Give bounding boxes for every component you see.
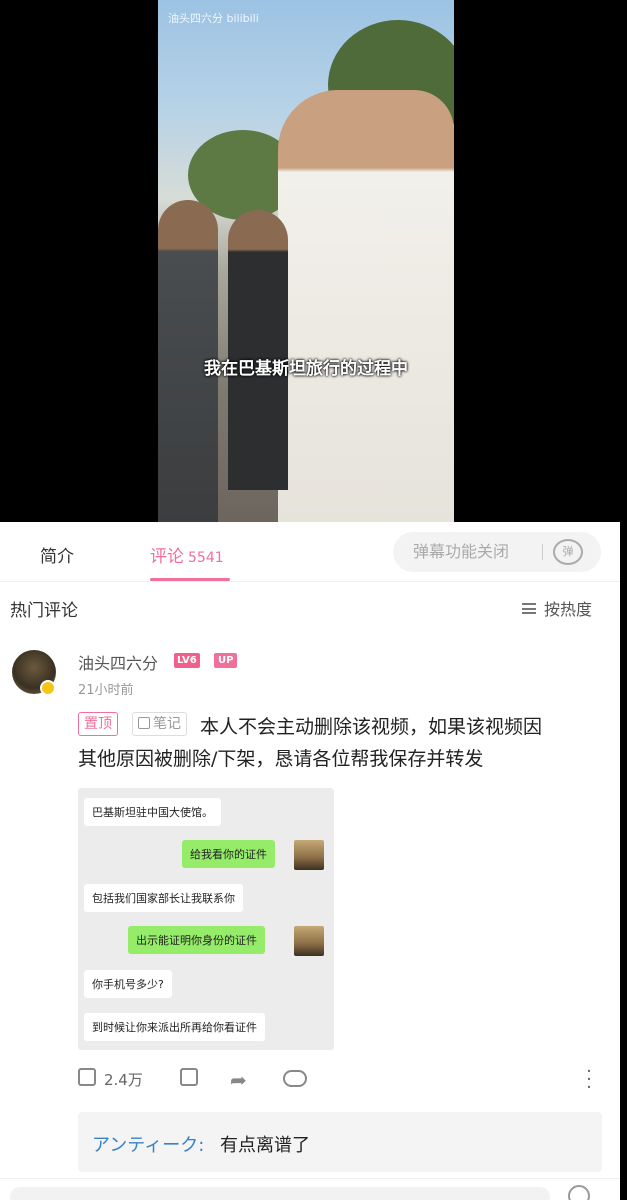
- tab-comments[interactable]: 评论 5541: [150, 542, 224, 567]
- danmaku-toggle-button[interactable]: 弹幕功能关闭 弹: [393, 532, 601, 572]
- tab-bar: 简介 评论 5541 弹幕功能关闭 弹: [0, 522, 620, 582]
- more-icon[interactable]: · · ·: [586, 1063, 592, 1097]
- chat-avatar: [294, 840, 324, 870]
- video-subtitle: 我在巴基斯坦旅行的过程中: [204, 359, 408, 379]
- danmaku-divider: [542, 544, 543, 560]
- comment-time: 21小时前: [78, 683, 134, 698]
- video-frame[interactable]: 油头四六分 bilibili 我在巴基斯坦旅行的过程中: [158, 0, 454, 522]
- video-watermark: 油头四六分 bilibili: [168, 12, 259, 25]
- chat-bubble: 巴基斯坦驻中国大使馆。: [84, 798, 221, 826]
- sort-button[interactable]: 按热度: [522, 596, 592, 620]
- note-tag[interactable]: 笔记: [132, 712, 187, 736]
- dislike-button[interactable]: [180, 1068, 198, 1087]
- video-person-middle: [228, 210, 288, 490]
- like-button[interactable]: [78, 1068, 96, 1087]
- chat-bubble: 到时候让你来派出所再给你看证件: [84, 1013, 265, 1041]
- video-person-right: [278, 90, 454, 522]
- tab-comments-label: 评论: [150, 547, 184, 567]
- comment-username[interactable]: 油头四六分: [78, 650, 158, 674]
- danmaku-icon: 弹: [553, 539, 583, 565]
- level-badge: LV6: [174, 653, 200, 668]
- verified-badge-icon: [40, 680, 56, 696]
- emoji-icon[interactable]: [568, 1185, 590, 1200]
- comment-panel: 简介 评论 5541 弹幕功能关闭 弹 热门评论 按热度 油头四六分 LV6 UP…: [0, 522, 620, 1200]
- note-tag-label: 笔记: [153, 716, 181, 732]
- chat-avatar: [294, 926, 324, 956]
- chat-screenshot-image[interactable]: 巴基斯坦驻中国大使馆。 给我看你的证件 包括我们国家部长让我联系你 出示能证明你…: [78, 788, 334, 1050]
- comment-actions: 2.4万 ➦ · · ·: [78, 1063, 608, 1097]
- thumb-down-icon: [180, 1068, 198, 1086]
- active-tab-indicator: [150, 578, 230, 581]
- thumb-up-icon: [78, 1068, 96, 1086]
- up-badge: UP: [214, 653, 238, 668]
- comment-text-line-2: 其他原因被删除/下架，恳请各位帮我保存并转发: [78, 748, 484, 770]
- chat-bubble: 出示能证明你身份的证件: [128, 926, 265, 954]
- reply-author[interactable]: アンティーク:: [92, 1131, 204, 1157]
- danmaku-toggle-label: 弹幕功能关闭: [413, 542, 510, 561]
- tab-comments-count: 5541: [188, 550, 224, 566]
- share-icon[interactable]: ➦: [230, 1068, 247, 1092]
- sort-icon: [522, 603, 536, 614]
- video-player[interactable]: 油头四六分 bilibili 我在巴基斯坦旅行的过程中: [0, 0, 627, 522]
- bottom-input-bar: [0, 1178, 620, 1200]
- chat-bubble: 包括我们国家部长让我联系你: [84, 884, 243, 912]
- hot-comments-title: 热门评论: [10, 601, 78, 621]
- chat-bubble: 你手机号多少?: [84, 970, 172, 998]
- chat-bubble: 给我看你的证件: [182, 840, 275, 868]
- pinned-tag: 置顶: [78, 712, 118, 736]
- comment-input[interactable]: [10, 1187, 550, 1200]
- note-icon: [138, 717, 150, 729]
- sort-label: 按热度: [544, 600, 593, 619]
- right-edge-strip: [620, 522, 627, 1200]
- reply-text: 有点离谱了: [220, 1135, 310, 1156]
- tab-intro[interactable]: 简介: [40, 542, 74, 567]
- comment-text-line-1: 本人不会主动删除该视频，如果该视频因: [200, 716, 543, 738]
- reply-preview[interactable]: アンティーク: 有点离谱了: [78, 1112, 602, 1172]
- reply-icon[interactable]: [283, 1070, 307, 1087]
- like-count: 2.4万: [104, 1071, 143, 1089]
